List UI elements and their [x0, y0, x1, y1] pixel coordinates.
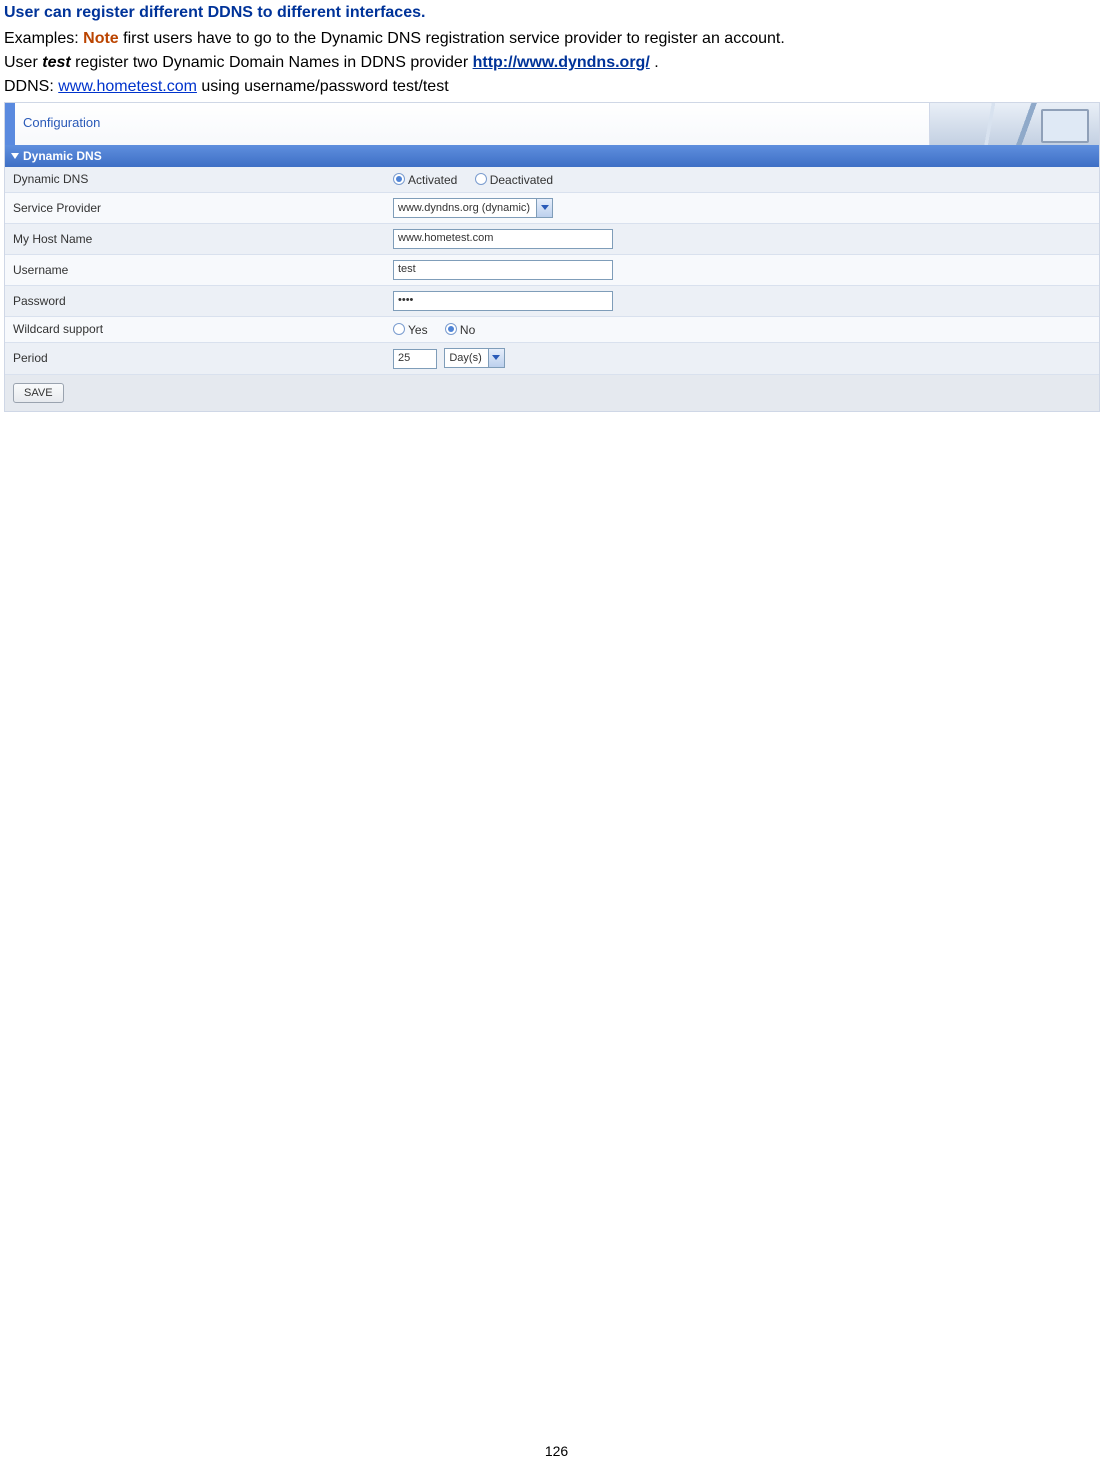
- service-provider-select[interactable]: www.dyndns.org (dynamic): [393, 198, 553, 218]
- radio-no[interactable]: [445, 323, 457, 335]
- chevron-down-icon: [536, 199, 552, 217]
- ddns-line: DDNS: www.hometest.com using username/pa…: [4, 78, 1105, 96]
- button-row: SAVE: [5, 375, 1099, 411]
- label: My Host Name: [5, 223, 385, 254]
- text: first users have to go to the Dynamic DN…: [119, 30, 785, 47]
- row-username: Username test: [5, 254, 1099, 285]
- text: Examples:: [4, 30, 83, 47]
- row-service-provider: Service Provider www.dyndns.org (dynamic…: [5, 192, 1099, 223]
- period-unit-select[interactable]: Day(s): [444, 348, 504, 368]
- save-button[interactable]: SAVE: [13, 383, 64, 403]
- username-input[interactable]: test: [393, 260, 613, 280]
- banner: Configuration: [5, 103, 1099, 145]
- radio-activated-label: Activated: [408, 173, 457, 187]
- text: User: [4, 54, 42, 71]
- text: register two Dynamic Domain Names in DDN…: [71, 54, 473, 71]
- banner-decor-image: [929, 103, 1099, 145]
- label: Service Provider: [5, 192, 385, 223]
- radio-activated[interactable]: [393, 173, 405, 185]
- period-input[interactable]: 25: [393, 349, 437, 369]
- text: .: [650, 54, 659, 71]
- radio-deactivated[interactable]: [475, 173, 487, 185]
- note-word: Note: [83, 30, 119, 47]
- user-name: test: [42, 54, 70, 71]
- radio-deactivated-label: Deactivated: [490, 173, 553, 187]
- section-header[interactable]: Dynamic DNS: [5, 145, 1099, 167]
- row-period: Period 25 Day(s): [5, 342, 1099, 374]
- radio-yes-label: Yes: [408, 323, 428, 337]
- page-heading: User can register different DDNS to diff…: [4, 4, 1105, 22]
- select-value: www.dyndns.org (dynamic): [398, 202, 536, 214]
- section-title: Dynamic DNS: [23, 149, 102, 163]
- row-my-host-name: My Host Name www.hometest.com: [5, 223, 1099, 254]
- chevron-down-icon: [488, 349, 504, 367]
- select-value: Day(s): [449, 352, 487, 364]
- hometest-link[interactable]: www.hometest.com: [58, 78, 197, 95]
- radio-no-label: No: [460, 323, 475, 337]
- row-dynamic-dns: Dynamic DNS Activated Deactivated: [5, 167, 1099, 192]
- router-config-screenshot: Configuration Dynamic DNS Dynamic DNS Ac…: [4, 102, 1100, 412]
- label: Username: [5, 254, 385, 285]
- label: Period: [5, 342, 385, 374]
- text: using username/password test/test: [197, 78, 449, 95]
- chevron-down-icon: [11, 153, 19, 159]
- label: Dynamic DNS: [5, 167, 385, 192]
- radio-yes[interactable]: [393, 323, 405, 335]
- banner-title: Configuration: [15, 103, 100, 145]
- label: Wildcard support: [5, 316, 385, 342]
- user-line: User test register two Dynamic Domain Na…: [4, 54, 1105, 72]
- banner-accent: [5, 103, 15, 145]
- label: Password: [5, 285, 385, 316]
- password-input[interactable]: ••••: [393, 291, 613, 311]
- dyndns-link[interactable]: http://www.dyndns.org/: [473, 54, 650, 71]
- row-wildcard: Wildcard support Yes No: [5, 316, 1099, 342]
- page-number: 126: [0, 1443, 1113, 1459]
- row-password: Password ••••: [5, 285, 1099, 316]
- form-table: Dynamic DNS Activated Deactivated Servic…: [5, 167, 1099, 375]
- text: DDNS:: [4, 78, 58, 95]
- examples-paragraph: Examples: Note first users have to go to…: [4, 30, 1105, 48]
- host-name-input[interactable]: www.hometest.com: [393, 229, 613, 249]
